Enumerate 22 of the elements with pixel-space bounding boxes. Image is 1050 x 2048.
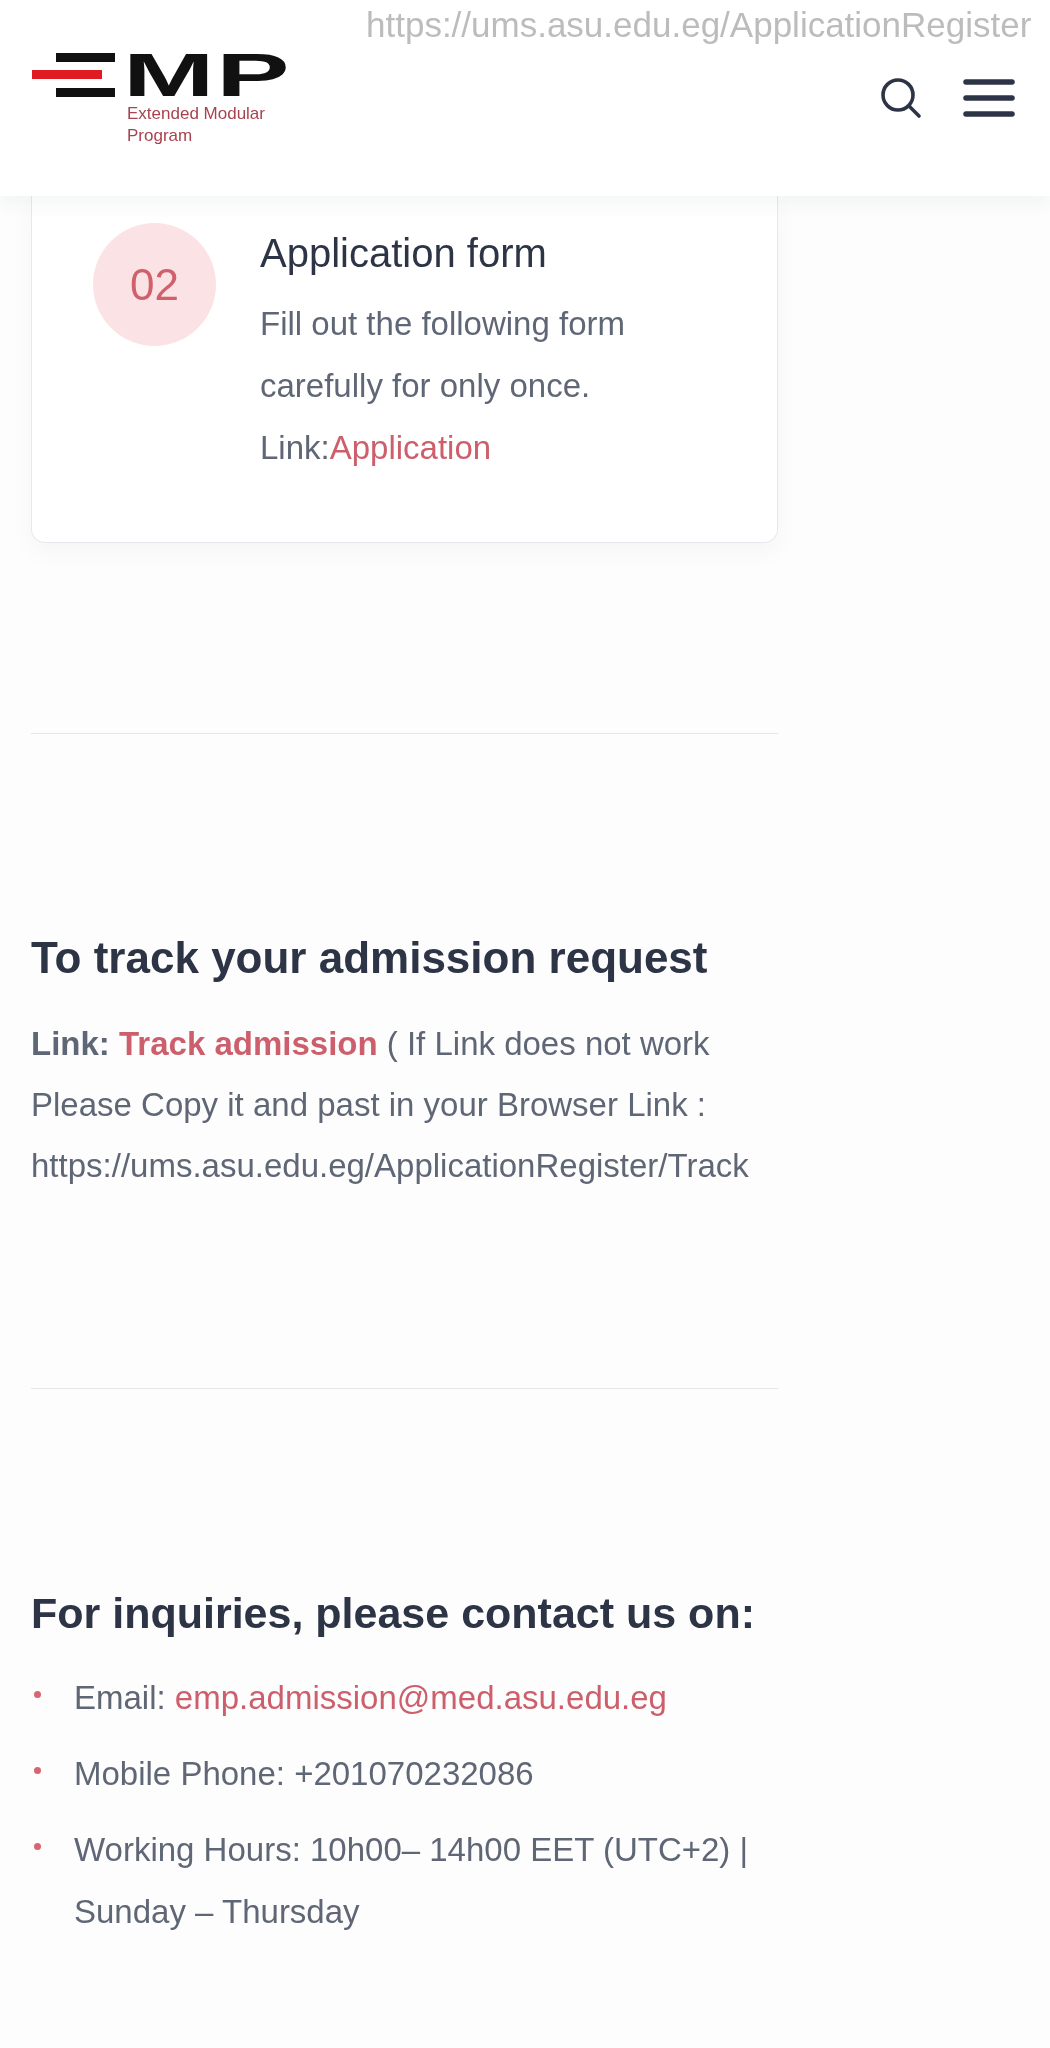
bullet-dot-icon — [34, 1843, 41, 1850]
search-icon[interactable] — [880, 77, 922, 119]
logo-bars-icon — [32, 52, 115, 97]
application-link[interactable]: Application — [329, 429, 492, 466]
step-description: Fill out the following form carefully for only once. — [260, 304, 626, 406]
logo-tagline: Extended Modular Program — [127, 102, 266, 147]
contact-item-text: Mobile Phone: +201070232086 — [74, 1754, 535, 1794]
faded-url-text: https://ums.asu.edu.eg/ApplicationRegister — [366, 4, 1032, 46]
bullet-dot-icon — [34, 1767, 41, 1774]
contact-item-text: Working Hours: 10h00– 14h00 EET (UTC+2) | Sunday – Thursday — [74, 1830, 750, 1932]
contact-link[interactable]: emp.admission@med.asu.edu.eg — [174, 1679, 667, 1716]
track-admission-link[interactable]: Track admission — [119, 1025, 378, 1062]
track-instructions: Link: Track admission ( If Link does not work Please Copy it and past in your Browser Link : https://ums.asu.edu.eg/ApplicationRegister/Track — [31, 1024, 750, 1186]
contact-item-text: Email: emp.admission@med.asu.edu.eg — [74, 1678, 668, 1718]
menu-icon[interactable] — [963, 78, 1015, 118]
step-link-line: Link:Application — [260, 428, 493, 468]
bullet-dot-icon — [34, 1691, 41, 1698]
step-title: Application form — [260, 230, 548, 276]
logo-wordmark: MP — [123, 51, 292, 98]
section-heading: To track your admission request — [31, 932, 708, 984]
section-heading: For inquiries, please contact us on: — [31, 1588, 755, 1639]
step-number: 02 — [93, 223, 216, 346]
